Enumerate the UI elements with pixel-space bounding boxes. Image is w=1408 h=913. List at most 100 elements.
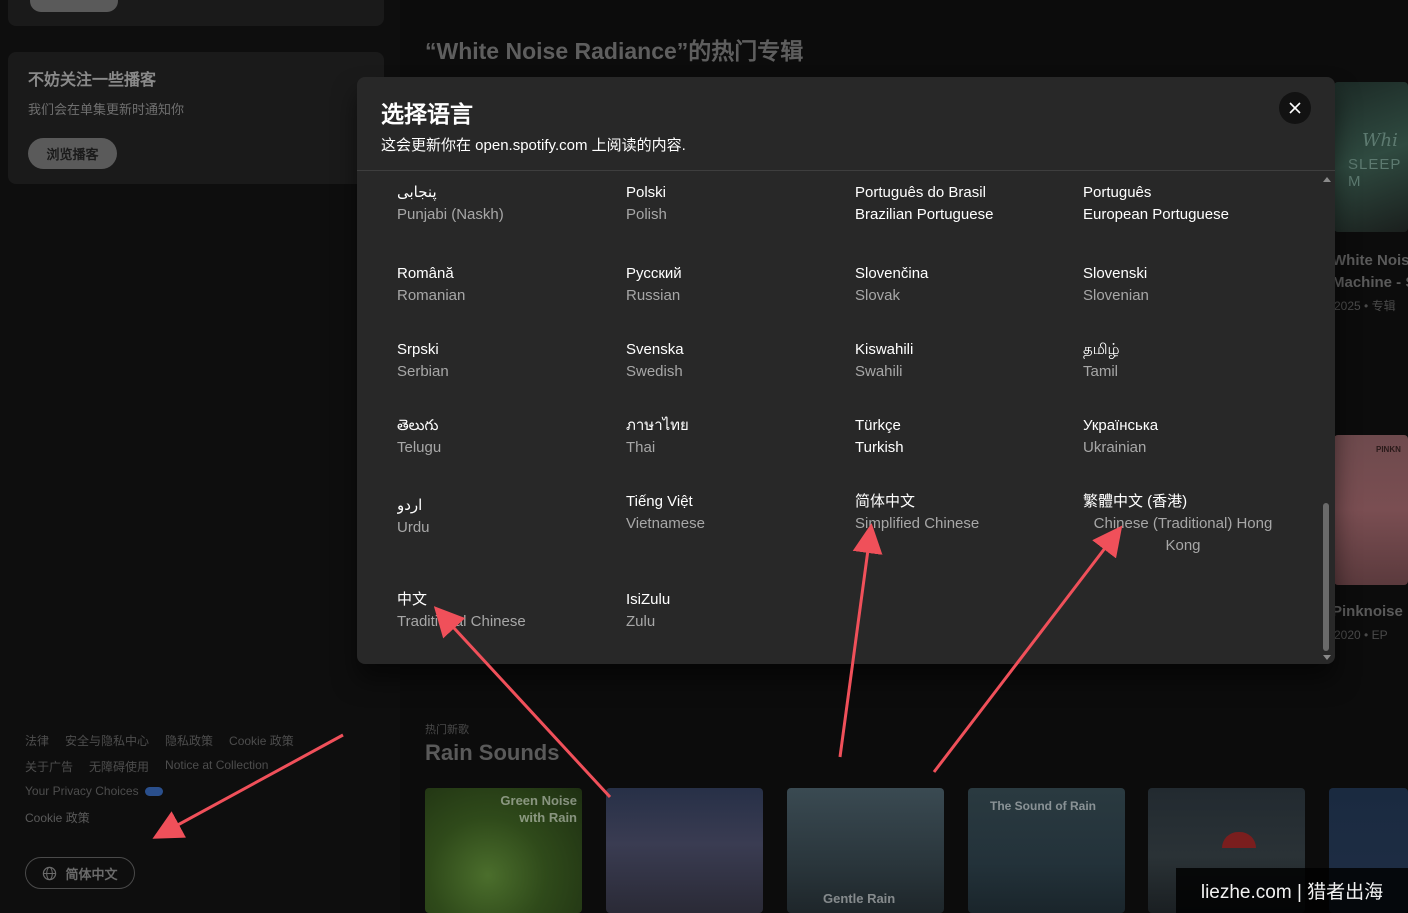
album-tile-label: The Sound of Rain	[990, 799, 1096, 813]
language-native: Português do Brasil	[855, 184, 986, 201]
close-icon	[1289, 102, 1301, 114]
album-tile[interactable]: Gentle Rain	[787, 788, 944, 913]
album-tile[interactable]	[606, 788, 763, 913]
language-english: Chinese (Traditional) Hong Kong	[1093, 515, 1273, 554]
dialog-title: 选择语言	[381, 101, 473, 127]
album-name-line: White Nois	[1332, 252, 1408, 269]
language-english: Romanian	[397, 287, 466, 304]
language-option-russian[interactable]: Русский Russian	[626, 263, 836, 307]
album-tile[interactable]: Green Noise with Rain	[425, 788, 582, 913]
language-option-serbian[interactable]: Srpski Serbian	[397, 339, 607, 383]
language-native: 中文	[397, 591, 428, 608]
language-english: Russian	[626, 287, 681, 304]
footer-link-legal[interactable]: 法律	[25, 732, 49, 749]
album-cover-text: Whi	[1362, 130, 1398, 151]
scroll-down-arrow-icon[interactable]	[1323, 655, 1331, 660]
language-native: IsiZulu	[626, 591, 671, 608]
language-option-thai[interactable]: ภาษาไทย Thai	[626, 415, 836, 459]
footer-link-ads[interactable]: 关于广告	[25, 758, 73, 775]
language-button[interactable]: 简体中文	[25, 857, 135, 889]
section-title-rain-sounds[interactable]: Rain Sounds	[425, 740, 559, 766]
language-english: Thai	[626, 439, 656, 456]
language-native: Português	[1083, 184, 1152, 201]
language-option-ukrainian[interactable]: Українська Ukrainian	[1083, 415, 1293, 459]
footer-link-cookies[interactable]: Cookie 政策	[229, 732, 294, 749]
scrollbar[interactable]	[1320, 173, 1332, 663]
browse-podcasts-button[interactable]: 浏览播客	[28, 138, 117, 169]
language-option-traditional-chinese[interactable]: 中文 Traditional Chinese	[397, 589, 607, 633]
language-option-tamil[interactable]: தமிழ் Tamil	[1083, 339, 1293, 383]
language-option-pt-pt[interactable]: Português European Portuguese	[1083, 182, 1293, 226]
language-option-swedish[interactable]: Svenska Swedish	[626, 339, 836, 383]
dialog-subtitle: 这会更新你在 open.spotify.com 上阅读的内容.	[381, 137, 686, 154]
language-native: Українська	[1083, 417, 1159, 434]
language-english: Tamil	[1083, 363, 1119, 380]
language-english: Punjabi (Naskh)	[397, 206, 504, 223]
language-native: தமிழ்	[1083, 341, 1120, 358]
language-english: Ukrainian	[1083, 439, 1147, 456]
language-option-punjabi[interactable]: پنجابی Punjabi (Naskh)	[397, 182, 607, 226]
language-native: ภาษาไทย	[626, 417, 689, 434]
language-native: Kiswahili	[855, 341, 914, 358]
section-heading-albums: “White Noise Radiance”的热门专辑	[425, 38, 804, 64]
footer-link-privacy-choices[interactable]: Your Privacy Choices	[25, 784, 139, 798]
language-option-polish[interactable]: Polski Polish	[626, 182, 836, 226]
language-option-slovak[interactable]: Slovenčina Slovak	[855, 263, 1065, 307]
album-cover-pinknoise[interactable]: PINKN	[1334, 435, 1408, 585]
album-name-pinknoise[interactable]: Pinknoise	[1332, 603, 1403, 620]
podcast-suggest-subtitle: 我们会在单集更新时通知你	[28, 102, 185, 117]
language-option-chinese-hong-kong[interactable]: 繁體中文 (香港) Chinese (Traditional) Hong Kong	[1083, 491, 1293, 557]
language-native: 简体中文	[855, 493, 916, 510]
language-option-romanian[interactable]: Română Romanian	[397, 263, 607, 307]
language-english: Zulu	[626, 613, 656, 630]
language-english: Telugu	[397, 439, 442, 456]
album-meta: 2025 • 专辑	[1334, 299, 1396, 313]
scrollbar-thumb[interactable]	[1323, 503, 1329, 651]
album-cover-text: PINKN	[1376, 445, 1401, 454]
language-native: پنجابی	[397, 184, 437, 201]
language-native: Polski	[626, 184, 667, 201]
album-cover-white-noise[interactable]: Whi SLEEP M	[1334, 82, 1408, 232]
album-tile-label: Gentle Rain	[823, 891, 896, 906]
language-native: తెలుగు	[397, 417, 439, 434]
language-native: اردو	[397, 497, 423, 514]
language-option-vietnamese[interactable]: Tiếng Việt Vietnamese	[626, 491, 836, 535]
language-english: Slovak	[855, 287, 901, 304]
album-meta: 2020 • EP	[1334, 628, 1388, 642]
scroll-up-arrow-icon[interactable]	[1323, 177, 1331, 182]
footer-link-notice[interactable]: Notice at Collection	[165, 758, 268, 775]
album-tile[interactable]: The Sound of Rain	[968, 788, 1125, 913]
language-option-turkish[interactable]: Türkçe Turkish	[855, 415, 1065, 459]
language-english: Brazilian Portuguese	[855, 206, 994, 223]
language-option-telugu[interactable]: తెలుగు Telugu	[397, 415, 607, 459]
language-option-zulu[interactable]: IsiZulu Zulu	[626, 589, 836, 633]
language-list: پنجابی Punjabi (Naskh) Polski Polish Portu…	[397, 171, 1314, 664]
language-native: Svenska	[626, 341, 684, 358]
language-option-urdu[interactable]: اردو Urdu	[397, 495, 607, 539]
language-english: Swedish	[626, 363, 683, 380]
close-button[interactable]	[1279, 92, 1311, 124]
language-native: Türkçe	[855, 417, 901, 434]
footer-link-safety[interactable]: 安全与隐私中心	[65, 732, 149, 749]
language-english: Turkish	[855, 439, 904, 456]
language-native: Tiếng Việt	[626, 493, 693, 510]
language-english: Vietnamese	[626, 515, 705, 532]
language-button-label: 简体中文	[65, 866, 118, 882]
footer-link-accessibility[interactable]: 无障碍使用	[89, 758, 149, 775]
language-native: Slovenčina	[855, 265, 929, 282]
album-name-white-noise[interactable]: White Nois Machine - S	[1332, 250, 1408, 294]
privacy-toggle-icon	[144, 786, 163, 796]
language-option-swahili[interactable]: Kiswahili Swahili	[855, 339, 1065, 383]
footer-link-cookie-policy[interactable]: Cookie 政策	[25, 809, 90, 826]
language-option-slovenian[interactable]: Slovenski Slovenian	[1083, 263, 1293, 307]
album-tile-label: Green Noise with Rain	[500, 793, 577, 825]
footer-link-privacy[interactable]: 隐私政策	[165, 732, 213, 749]
language-native: Slovenski	[1083, 265, 1148, 282]
language-option-pt-br[interactable]: Português do Brasil Brazilian Portuguese	[855, 182, 1065, 226]
language-native: Srpski	[397, 341, 439, 358]
language-dialog: 选择语言 这会更新你在 open.spotify.com 上阅读的内容. پنج…	[357, 77, 1335, 664]
sidebar-top-button[interactable]	[30, 0, 118, 12]
language-english: Urdu	[397, 519, 430, 536]
language-native: 繁體中文 (香港)	[1083, 493, 1188, 510]
language-option-simplified-chinese[interactable]: 简体中文 Simplified Chinese	[855, 491, 1065, 535]
